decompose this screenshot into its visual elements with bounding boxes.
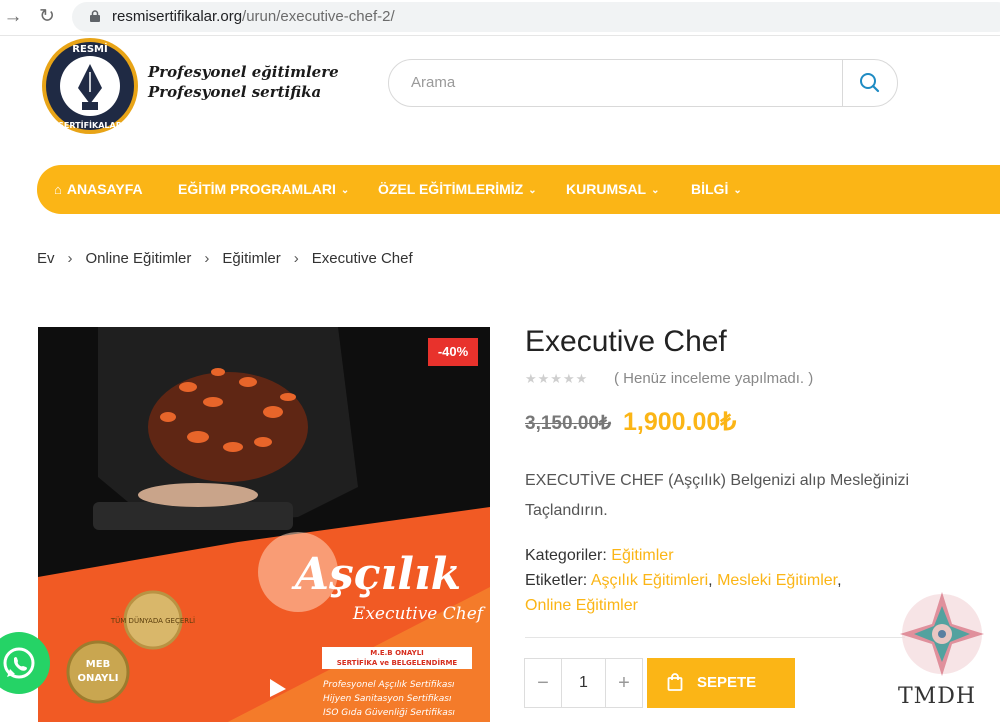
main-navigation: ⌂ ANASAYFA EĞİTİM PROGRAMLARI ⌄ ÖZEL EĞİTİ… <box>37 165 1000 214</box>
breadcrumb-current: Executive Chef <box>311 250 413 267</box>
seal-meb-top: MEB <box>86 659 110 670</box>
chevron-right-icon: › <box>67 250 73 267</box>
home-icon: ⌂ <box>54 182 62 197</box>
product-tags-continued: Online Eğitimler <box>525 597 638 615</box>
old-price: 3,150.00₺ <box>525 413 612 434</box>
nav-kurumsal[interactable]: KURUMSAL ⌄ <box>566 165 660 214</box>
nav-ozel-label: ÖZEL EĞİTİMLERİMİZ <box>378 181 524 197</box>
product-image[interactable]: Aşçılık Executive Chef TÜM DÜNYADA GEÇER… <box>38 327 490 722</box>
forward-arrow-icon[interactable]: → <box>2 6 24 28</box>
browser-toolbar: → ↻ resmisertifikalar.org/urun/executive… <box>0 0 1000 36</box>
seal-meb-bottom: ONAYLI <box>78 673 119 684</box>
address-bar[interactable]: resmisertifikalar.org/urun/executive-che… <box>72 2 1000 32</box>
image-list-item: ISO Gıda Güvenliği Sertifikası <box>323 708 455 718</box>
search-icon <box>860 73 880 93</box>
lock-icon <box>90 10 100 22</box>
product-tags: Etiketler: Aşçılık Eğitimleri, Mesleki E… <box>525 572 842 589</box>
image-subtitle: Executive Chef <box>352 604 486 624</box>
tag-link[interactable]: Mesleki Eğitimler <box>717 572 837 589</box>
nav-home-label: ANASAYFA <box>66 181 143 197</box>
product-photo: Aşçılık Executive Chef TÜM DÜNYADA GEÇER… <box>38 327 490 722</box>
meb-line1: M.E.B ONAYLI <box>370 649 424 657</box>
categories-label: Kategoriler: <box>525 547 607 564</box>
tagline-line1: Profesyonel eğitimlere <box>148 63 339 81</box>
rating-stars: ★★★★★ <box>525 371 589 386</box>
divider <box>525 637 905 638</box>
tag-link[interactable]: Online Eğitimler <box>525 597 638 614</box>
image-list-item: Profesyonel Aşçılık Sertifikası <box>323 680 455 690</box>
sale-price: 1,900.00₺ <box>623 408 737 436</box>
breadcrumb-item[interactable]: Online Eğitimler <box>86 250 192 267</box>
product-categories: Kategoriler: Eğitimler <box>525 547 674 565</box>
decrease-quantity-button[interactable]: − <box>525 659 561 707</box>
seal-global: TÜM DÜNYADA GEÇERLİ <box>110 616 195 625</box>
watermark-text: TMDH <box>898 684 977 709</box>
quantity-input[interactable]: 1 <box>561 659 606 707</box>
reload-icon[interactable]: ↻ <box>36 6 58 28</box>
nav-bilgi-label: BİLGİ <box>691 181 729 197</box>
site-tagline: Profesyonel eğitimlere Profesyonel serti… <box>148 62 339 102</box>
nav-ozel-egitimlerimiz[interactable]: ÖZEL EĞİTİMLERİMİZ ⌄ <box>378 165 537 214</box>
product-description: EXECUTİVE CHEF (Aşçılık) Belgenizi alıp … <box>525 472 910 519</box>
search-box <box>388 59 898 107</box>
url-path: /urun/executive-chef-2/ <box>242 8 395 25</box>
nav-kurumsal-label: KURUMSAL <box>566 181 647 197</box>
add-to-cart-button[interactable]: SEPETE EKLE <box>647 658 795 708</box>
chevron-down-icon: ⌄ <box>340 185 350 196</box>
chevron-down-icon: ⌄ <box>733 185 742 196</box>
tag-link[interactable]: Aşçılık Eğitimleri <box>591 572 708 589</box>
search-input[interactable] <box>411 74 811 91</box>
sale-badge: -40% <box>428 338 478 366</box>
whatsapp-button[interactable] <box>0 632 50 694</box>
add-to-cart-label: SEPETE EKLE <box>697 674 757 691</box>
review-link[interactable]: ( Henüz inceleme yapılmadı. ) <box>614 370 813 387</box>
url-domain: resmisertifikalar.org <box>112 8 243 25</box>
site-logo[interactable]: RESMİ SERTİFİKALAR <box>40 36 140 136</box>
search-button[interactable] <box>842 60 897 106</box>
image-list-item: Hijyen Sanitasyon Sertifikası <box>323 694 452 704</box>
chevron-down-icon: ⌄ <box>651 185 660 196</box>
shopping-bag-icon <box>667 673 683 691</box>
image-title: Aşçılık <box>291 549 461 600</box>
tagline-line2: Profesyonel sertifika <box>148 83 322 101</box>
logo-bottom-text: SERTİFİKALAR <box>58 120 122 130</box>
chevron-down-icon: ⌄ <box>528 185 537 196</box>
nav-egitim-programlari[interactable]: EĞİTİM PROGRAMLARI ⌄ <box>178 165 349 214</box>
tags-label: Etiketler: <box>525 572 588 589</box>
nav-egitim-label: EĞİTİM PROGRAMLARI <box>178 181 336 197</box>
url-text: resmisertifikalar.org/urun/executive-che… <box>112 8 395 25</box>
meb-line2: SERTİFİKA ve BELGELENDİRME <box>337 658 458 667</box>
breadcrumb-item[interactable]: Eğitimler <box>222 250 280 267</box>
product-title: Executive Chef <box>525 325 727 358</box>
nav-home[interactable]: ⌂ ANASAYFA <box>54 165 143 214</box>
logo-top-text: RESMİ <box>72 41 107 55</box>
category-link[interactable]: Eğitimler <box>611 547 673 564</box>
breadcrumb: Ev › Online Eğitimler › Eğitimler › Executive … <box>37 250 413 267</box>
chevron-right-icon: › <box>204 250 210 267</box>
nav-bilgi[interactable]: BİLGİ ⌄ <box>691 165 742 214</box>
quantity-stepper: − 1 + <box>524 658 643 708</box>
increase-quantity-button[interactable]: + <box>606 659 642 707</box>
chevron-right-icon: › <box>293 250 299 267</box>
breadcrumb-item[interactable]: Ev <box>37 250 55 267</box>
whatsapp-icon <box>3 647 35 679</box>
